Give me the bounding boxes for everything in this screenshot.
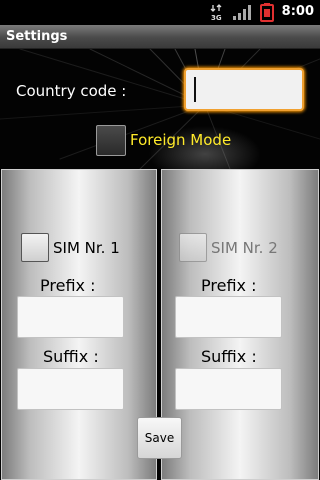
title-bar: Settings	[0, 25, 320, 49]
signal-icon	[233, 5, 251, 20]
sim2-suffix-input[interactable]	[175, 368, 282, 410]
network-3g-icon: 3G	[210, 4, 222, 21]
foreign-mode-label[interactable]: Foreign Mode	[130, 131, 231, 149]
sim1-suffix-label: Suffix :	[43, 347, 99, 366]
sim1-label[interactable]: SIM Nr. 1	[53, 239, 120, 257]
sim1-suffix-input[interactable]	[17, 368, 124, 410]
country-code-label: Country code :	[16, 82, 127, 100]
battery-icon	[260, 3, 274, 22]
text-cursor	[194, 77, 196, 102]
network-label: 3G	[211, 14, 222, 21]
sim2-checkbox[interactable]	[179, 233, 207, 262]
sim2-label[interactable]: SIM Nr. 2	[211, 239, 278, 257]
status-bar: 3G 8:00	[0, 0, 320, 25]
settings-screen: 3G 8:00 Settings Country code: Foreign …	[0, 0, 320, 480]
page-title: Settings	[6, 29, 68, 44]
save-button[interactable]: Save	[137, 417, 182, 459]
sim2-prefix-input[interactable]	[175, 296, 282, 338]
sim2-suffix-label: Suffix :	[201, 347, 257, 366]
sim1-checkbox[interactable]	[21, 233, 49, 262]
clock: 8:00	[281, 4, 314, 19]
sim1-prefix-label: Prefix :	[40, 276, 96, 295]
country-code-input[interactable]	[184, 68, 304, 111]
foreign-mode-checkbox[interactable]	[96, 125, 126, 156]
sim1-prefix-input[interactable]	[17, 296, 124, 338]
sim2-prefix-label: Prefix :	[201, 276, 257, 295]
